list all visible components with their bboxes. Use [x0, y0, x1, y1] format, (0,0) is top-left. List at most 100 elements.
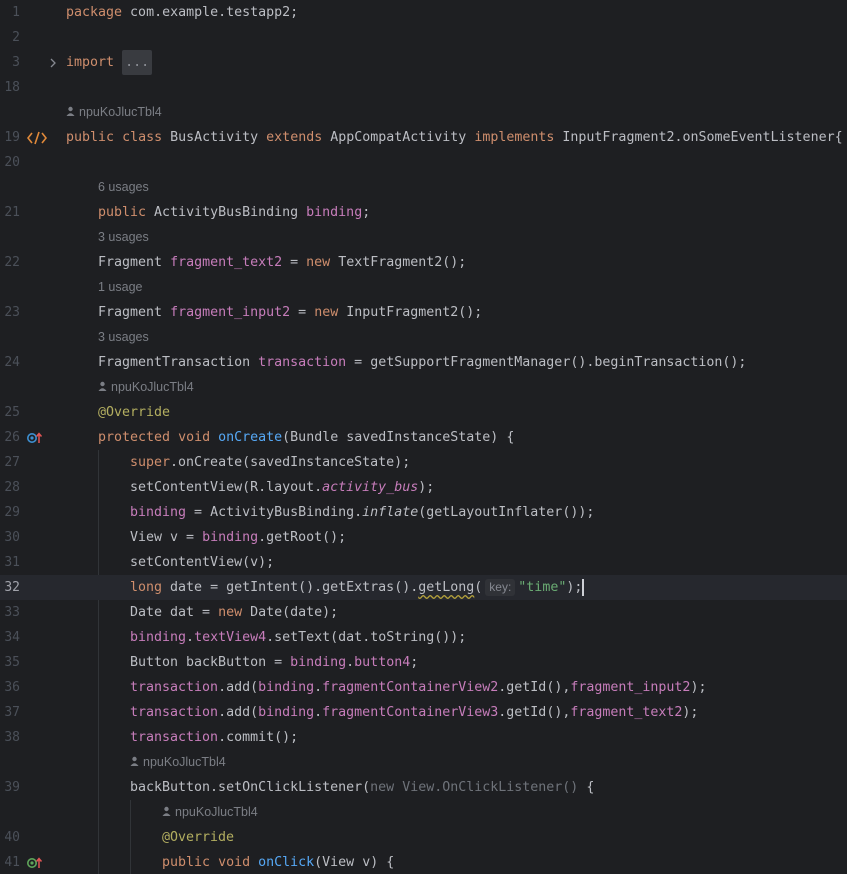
code-line-30[interactable]: View v = binding .getRoot(); [130, 525, 847, 550]
code-line-34[interactable]: binding. textView4 .setText(dat.toString()… [130, 625, 847, 650]
editor-gutter[interactable]: 1 2 3 18 19 20 21 22 23 24 25 26 27 28 2… [0, 0, 58, 874]
warning-method-call[interactable]: getLong [418, 575, 474, 600]
code-line-35[interactable]: Button backButton = binding. button4; [130, 650, 847, 675]
code-line-21[interactable]: public ActivityBusBinding binding; [98, 200, 847, 225]
line-number: 22 [4, 255, 20, 270]
code-line-32[interactable]: long date = getIntent().getExtras(). getL… [58, 575, 847, 600]
keyword: new [218, 605, 243, 620]
gutter-line-38[interactable]: 38 [0, 725, 58, 750]
field: binding [258, 705, 315, 720]
implement-method-icon[interactable] [27, 850, 43, 874]
code-text: ); [682, 705, 699, 720]
code-text: ); [418, 480, 435, 495]
gutter-line-22[interactable]: 22 [0, 250, 58, 275]
code-area[interactable]: package com.example.testapp2; import ...… [58, 0, 847, 874]
author-hint[interactable]: npuKoJlucTbl4 [130, 750, 847, 775]
code-line-3[interactable]: import ... [66, 50, 847, 75]
author-hint[interactable]: npuKoJlucTbl4 [98, 375, 847, 400]
usages-hint[interactable]: 3 usages [98, 225, 847, 250]
code-line-36[interactable]: transaction .add(binding. fragmentContaine… [130, 675, 847, 700]
gutter-line-32[interactable]: 32 [0, 575, 58, 600]
author-name: npuKoJlucTbl4 [111, 380, 194, 394]
code-line-39[interactable]: backButton.setOnClickListener(new View.O… [130, 775, 847, 800]
gutter-line-29[interactable]: 29 [0, 500, 58, 525]
gutter-line-1[interactable]: 1 [0, 0, 58, 25]
code-text: Date dat = [130, 605, 219, 620]
code-line-22[interactable]: Fragment fragment_text2 = new TextFragme… [98, 250, 847, 275]
code-text: .add( [218, 680, 259, 695]
line-number: 39 [4, 780, 20, 795]
gutter-line-30[interactable]: 30 [0, 525, 58, 550]
gutter-line-27[interactable]: 27 [0, 450, 58, 475]
author-name: npuKoJlucTbl4 [175, 805, 258, 819]
usages-hint[interactable]: 6 usages [98, 175, 847, 200]
line-number: 19 [4, 130, 20, 145]
line-number: 18 [4, 80, 20, 95]
code-text: AppCompatActivity [322, 130, 475, 145]
gutter-line-34[interactable]: 34 [0, 625, 58, 650]
keyword: public [66, 130, 115, 145]
gutter-line-40[interactable]: 40 [0, 825, 58, 850]
gutter-line-20[interactable]: 20 [0, 150, 58, 175]
code-text: = [282, 255, 307, 270]
chevron-right-icon[interactable] [50, 50, 56, 75]
gutter-line-28[interactable]: 28 [0, 475, 58, 500]
usages-hint[interactable]: 3 usages [98, 325, 847, 350]
keyword: package [66, 5, 123, 20]
gutter-line-36[interactable]: 36 [0, 675, 58, 700]
code-line-1[interactable]: package com.example.testapp2; [66, 0, 847, 25]
code-line-19[interactable]: public class BusActivity extends AppComp… [66, 125, 847, 150]
code-text: ( [474, 580, 483, 595]
code-tags-icon[interactable] [27, 125, 47, 150]
folded-imports[interactable]: ... [122, 50, 153, 75]
code-line-31[interactable]: setContentView(v); [130, 550, 847, 575]
gutter-line-39[interactable]: 39 [0, 775, 58, 800]
gutter-line-37[interactable]: 37 [0, 700, 58, 725]
keyword: new [314, 305, 339, 320]
gutter-line-33[interactable]: 33 [0, 600, 58, 625]
author-hint[interactable]: npuKoJlucTbl4 [66, 100, 847, 125]
code-text: ; [362, 205, 371, 220]
gutter-line-41[interactable]: 41 [0, 850, 58, 874]
code-line-23[interactable]: Fragment fragment_input2 = new InputFrag… [98, 300, 847, 325]
string-literal: "time" [518, 580, 567, 595]
code-line-33[interactable]: Date dat = new Date(date); [130, 600, 847, 625]
override-method-icon[interactable] [27, 425, 43, 450]
code-line-26[interactable]: protected void onCreate (Bundle savedInst… [98, 425, 847, 450]
code-line-28[interactable]: setContentView(R.layout. activity_bus); [130, 475, 847, 500]
gutter-line-3[interactable]: 3 [0, 50, 58, 75]
code-text: . [314, 680, 323, 695]
gutter-line-35[interactable]: 35 [0, 650, 58, 675]
gutter-line-24[interactable]: 24 [0, 350, 58, 375]
code-line-41[interactable]: public void onClick (View v) { [162, 850, 847, 874]
gutter-line-25[interactable]: 25 [0, 400, 58, 425]
gutter-line-18[interactable]: 18 [0, 75, 58, 100]
code-editor[interactable]: 1 2 3 18 19 20 21 22 23 24 25 26 27 28 2… [0, 0, 847, 874]
gutter-line-19[interactable]: 19 [0, 125, 58, 150]
code-line-37[interactable]: transaction .add(binding. fragmentContaine… [130, 700, 847, 725]
author-hint[interactable]: npuKoJlucTbl4 [162, 800, 847, 825]
code-line-40[interactable]: @Override [162, 825, 847, 850]
field: button4 [354, 655, 411, 670]
keyword: public [98, 205, 147, 220]
gutter-line-2[interactable]: 2 [0, 25, 58, 50]
author-name: npuKoJlucTbl4 [143, 755, 226, 769]
code-text: (getLayoutInflater()); [418, 505, 595, 520]
line-number: 27 [4, 455, 20, 470]
gutter-line-26[interactable]: 26 [0, 425, 58, 450]
code-line-24[interactable]: FragmentTransaction transaction = getSup… [98, 350, 847, 375]
gutter-line-21[interactable]: 21 [0, 200, 58, 225]
code-line-29[interactable]: binding = ActivityBusBinding. inflate (get… [130, 500, 847, 525]
gutter-line-23[interactable]: 23 [0, 300, 58, 325]
line-number: 32 [4, 580, 20, 595]
usages-hint[interactable]: 1 usage [98, 275, 847, 300]
code-text: (Bundle savedInstanceState) { [282, 430, 515, 445]
keyword: import [66, 55, 115, 70]
code-line-27[interactable]: super .onCreate(savedInstanceState); [130, 450, 847, 475]
code-line-25[interactable]: @Override [98, 400, 847, 425]
code-text: ActivityBusBinding [146, 205, 307, 220]
gutter-line-31[interactable]: 31 [0, 550, 58, 575]
code-text: Button backButton = [130, 655, 291, 670]
static-method: inflate [362, 505, 419, 520]
code-line-38[interactable]: transaction .commit(); [130, 725, 847, 750]
